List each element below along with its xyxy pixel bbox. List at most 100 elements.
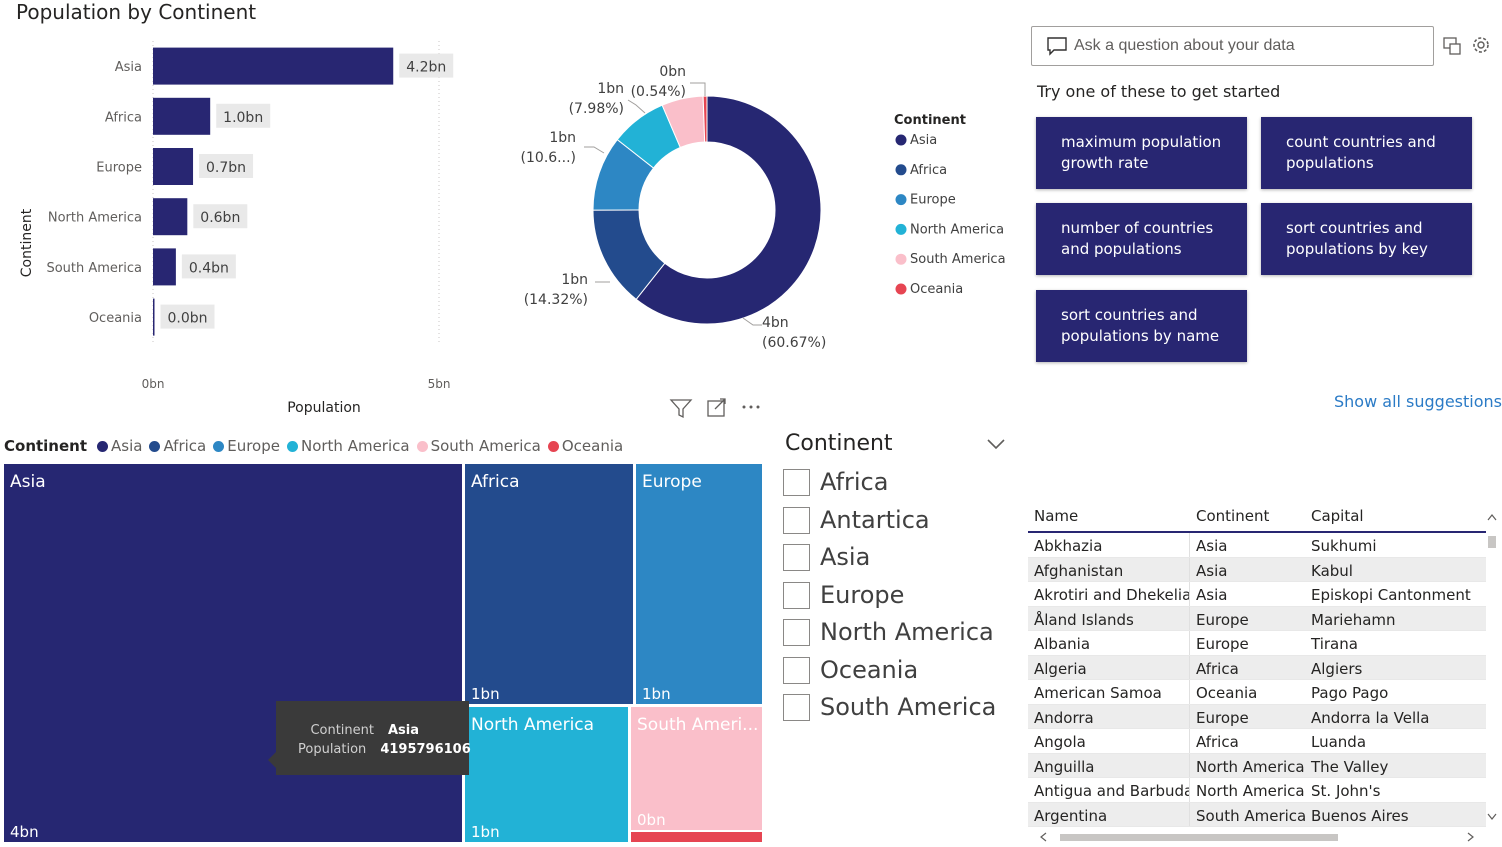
qa-input[interactable] xyxy=(1074,37,1414,55)
chevron-down-icon[interactable] xyxy=(986,436,1006,452)
tile-value: 1bn xyxy=(642,685,671,703)
slicer-item-asia[interactable]: Asia xyxy=(783,542,870,572)
treemap-legend: Continent Asia Africa Europe North Ameri… xyxy=(4,437,630,455)
table-cell: Andorra la Vella xyxy=(1311,708,1430,727)
qa-search-box[interactable] xyxy=(1031,26,1434,66)
table-row[interactable]: Angola Africa Luanda xyxy=(1028,729,1486,754)
bar-chart-x-axis-title: Population xyxy=(287,400,361,416)
treemap-legend-item[interactable]: Africa xyxy=(149,437,206,455)
donut-legend-item[interactable]: Asia xyxy=(910,133,937,148)
bar[interactable] xyxy=(153,148,194,185)
legend-dot-icon xyxy=(149,440,161,452)
checkbox[interactable] xyxy=(783,618,810,646)
table-row[interactable]: Anguilla North America The Valley xyxy=(1028,753,1486,778)
checkbox[interactable] xyxy=(783,656,810,684)
checkbox[interactable] xyxy=(783,581,810,609)
table-cell: Europe xyxy=(1196,610,1249,629)
convert-visual-icon[interactable] xyxy=(1443,37,1461,55)
table-row[interactable]: Åland Islands Europe Mariehamn xyxy=(1028,606,1486,631)
slicer-item-south-america[interactable]: South America xyxy=(783,692,996,722)
legend-dot-icon xyxy=(895,253,907,265)
table-row[interactable]: Antigua and Barbuda North America St. John… xyxy=(1028,778,1486,803)
donut-chart: 4bn (60.67%) 1bn (14.32%) 1bn (10.6...) 1bn (7.… xyxy=(521,64,1006,351)
table-row[interactable]: Afghanistan Asia Kabul xyxy=(1028,557,1486,582)
tile-label: Asia xyxy=(10,472,46,492)
treemap-tile-africa[interactable]: Africa 1bn xyxy=(465,464,633,704)
slicer-item-label: South America xyxy=(820,693,997,721)
slicer-item-label: Europe xyxy=(820,581,905,609)
checkbox[interactable] xyxy=(783,543,810,571)
table-row[interactable]: American Samoa Oceania Pago Pago xyxy=(1028,680,1486,705)
slicer-item-antartica[interactable]: Antartica xyxy=(783,505,930,535)
checkbox[interactable] xyxy=(783,468,810,496)
bar[interactable] xyxy=(153,198,188,236)
treemap-legend-item[interactable]: South America xyxy=(416,437,541,455)
legend-label: North America xyxy=(300,437,410,455)
table-row[interactable]: Albania Europe Tirana xyxy=(1028,631,1486,656)
treemap-legend-item[interactable]: North America xyxy=(286,437,410,455)
treemap-tile-south-america[interactable]: South Ameri... 0bn xyxy=(631,707,762,830)
treemap-tile-europe[interactable]: Europe 1bn xyxy=(636,464,762,704)
table-horizontal-scrollbar[interactable] xyxy=(1032,830,1482,844)
table-cell: St. John's xyxy=(1311,782,1381,800)
tooltip-key: Continent xyxy=(310,723,374,738)
bar[interactable] xyxy=(153,248,176,286)
chat-icon xyxy=(1047,37,1067,56)
bar[interactable] xyxy=(153,298,155,336)
scroll-right-icon xyxy=(1467,832,1474,842)
checkbox[interactable] xyxy=(783,693,810,721)
scroll-up-icon xyxy=(1487,514,1497,521)
treemap-legend-item[interactable]: Oceania xyxy=(547,437,623,455)
slicer-item-north-america[interactable]: North America xyxy=(783,617,994,647)
filter-icon[interactable] xyxy=(669,399,693,419)
donut-legend-item[interactable]: North America xyxy=(910,222,1004,237)
legend-label: Asia xyxy=(111,437,143,455)
treemap-legend-title: Continent xyxy=(4,437,88,455)
qa-hint-text: Try one of these to get started xyxy=(1037,82,1281,101)
show-all-suggestions-link[interactable]: Show all suggestions xyxy=(1334,392,1502,411)
focus-mode-icon[interactable] xyxy=(707,398,726,417)
gear-icon[interactable] xyxy=(1473,37,1489,53)
column-header-name[interactable]: Name xyxy=(1028,503,1190,531)
treemap-tile-asia[interactable]: Asia 4bn xyxy=(4,464,462,842)
suggestion-button[interactable]: maximum population growth rate xyxy=(1036,117,1247,189)
treemap-legend-item[interactable]: Europe xyxy=(213,437,280,455)
slicer-item-europe[interactable]: Europe xyxy=(783,580,904,610)
bar[interactable] xyxy=(153,97,211,135)
table-cell: Asia xyxy=(1196,586,1228,604)
slicer-item-oceania[interactable]: Oceania xyxy=(783,655,918,685)
donut-legend-item[interactable]: South America xyxy=(910,252,1006,267)
more-options-icon[interactable] xyxy=(742,405,760,409)
column-header-capital[interactable]: Capital xyxy=(1305,503,1486,531)
slicer-item-label: Antartica xyxy=(820,506,930,534)
slicer-item-africa[interactable]: Africa xyxy=(783,467,888,497)
table-header: Name Continent Capital xyxy=(1028,503,1486,533)
checkbox[interactable] xyxy=(783,506,810,534)
treemap-tile-north-america[interactable]: North America 1bn xyxy=(465,707,628,842)
column-header-continent[interactable]: Continent xyxy=(1190,503,1305,531)
tooltip-value: Asia xyxy=(388,723,420,738)
table-cell: Algeria xyxy=(1028,655,1190,679)
y-tick-label: South America xyxy=(46,261,142,276)
slicer-title: Continent xyxy=(785,431,893,456)
treemap-tile-oceania[interactable] xyxy=(631,832,762,842)
suggestion-button[interactable]: count countries and populations xyxy=(1261,117,1472,189)
donut-data-label-pct: (14.32%) xyxy=(524,292,588,308)
data-label: 0.4bn xyxy=(189,260,229,276)
table-row[interactable]: Akrotiri and Dhekelia Asia Episkopi Canton… xyxy=(1028,582,1486,607)
table-row[interactable]: Andorra Europe Andorra la Vella xyxy=(1028,704,1486,729)
donut-legend-item[interactable]: Africa xyxy=(910,163,947,178)
table-row[interactable]: Algeria Africa Algiers xyxy=(1028,655,1486,680)
donut-legend-item[interactable]: Oceania xyxy=(910,282,963,297)
table-vertical-scrollbar[interactable] xyxy=(1486,506,1498,828)
table-cell: Mariehamn xyxy=(1311,610,1396,629)
bar[interactable] xyxy=(153,47,394,85)
suggestion-button[interactable]: sort countries and populations by key xyxy=(1261,203,1472,275)
table-row[interactable]: Argentina South America Buenos Aires xyxy=(1028,802,1486,827)
treemap-legend-item[interactable]: Asia xyxy=(97,437,142,455)
suggestion-button[interactable]: sort countries and populations by name xyxy=(1036,290,1247,362)
donut-legend-item[interactable]: Europe xyxy=(910,193,956,208)
table-row[interactable]: Abkhazia Asia Sukhumi xyxy=(1028,533,1486,558)
suggestion-button[interactable]: number of countries and populations xyxy=(1036,203,1247,275)
donut-legend-title: Continent xyxy=(894,113,966,128)
